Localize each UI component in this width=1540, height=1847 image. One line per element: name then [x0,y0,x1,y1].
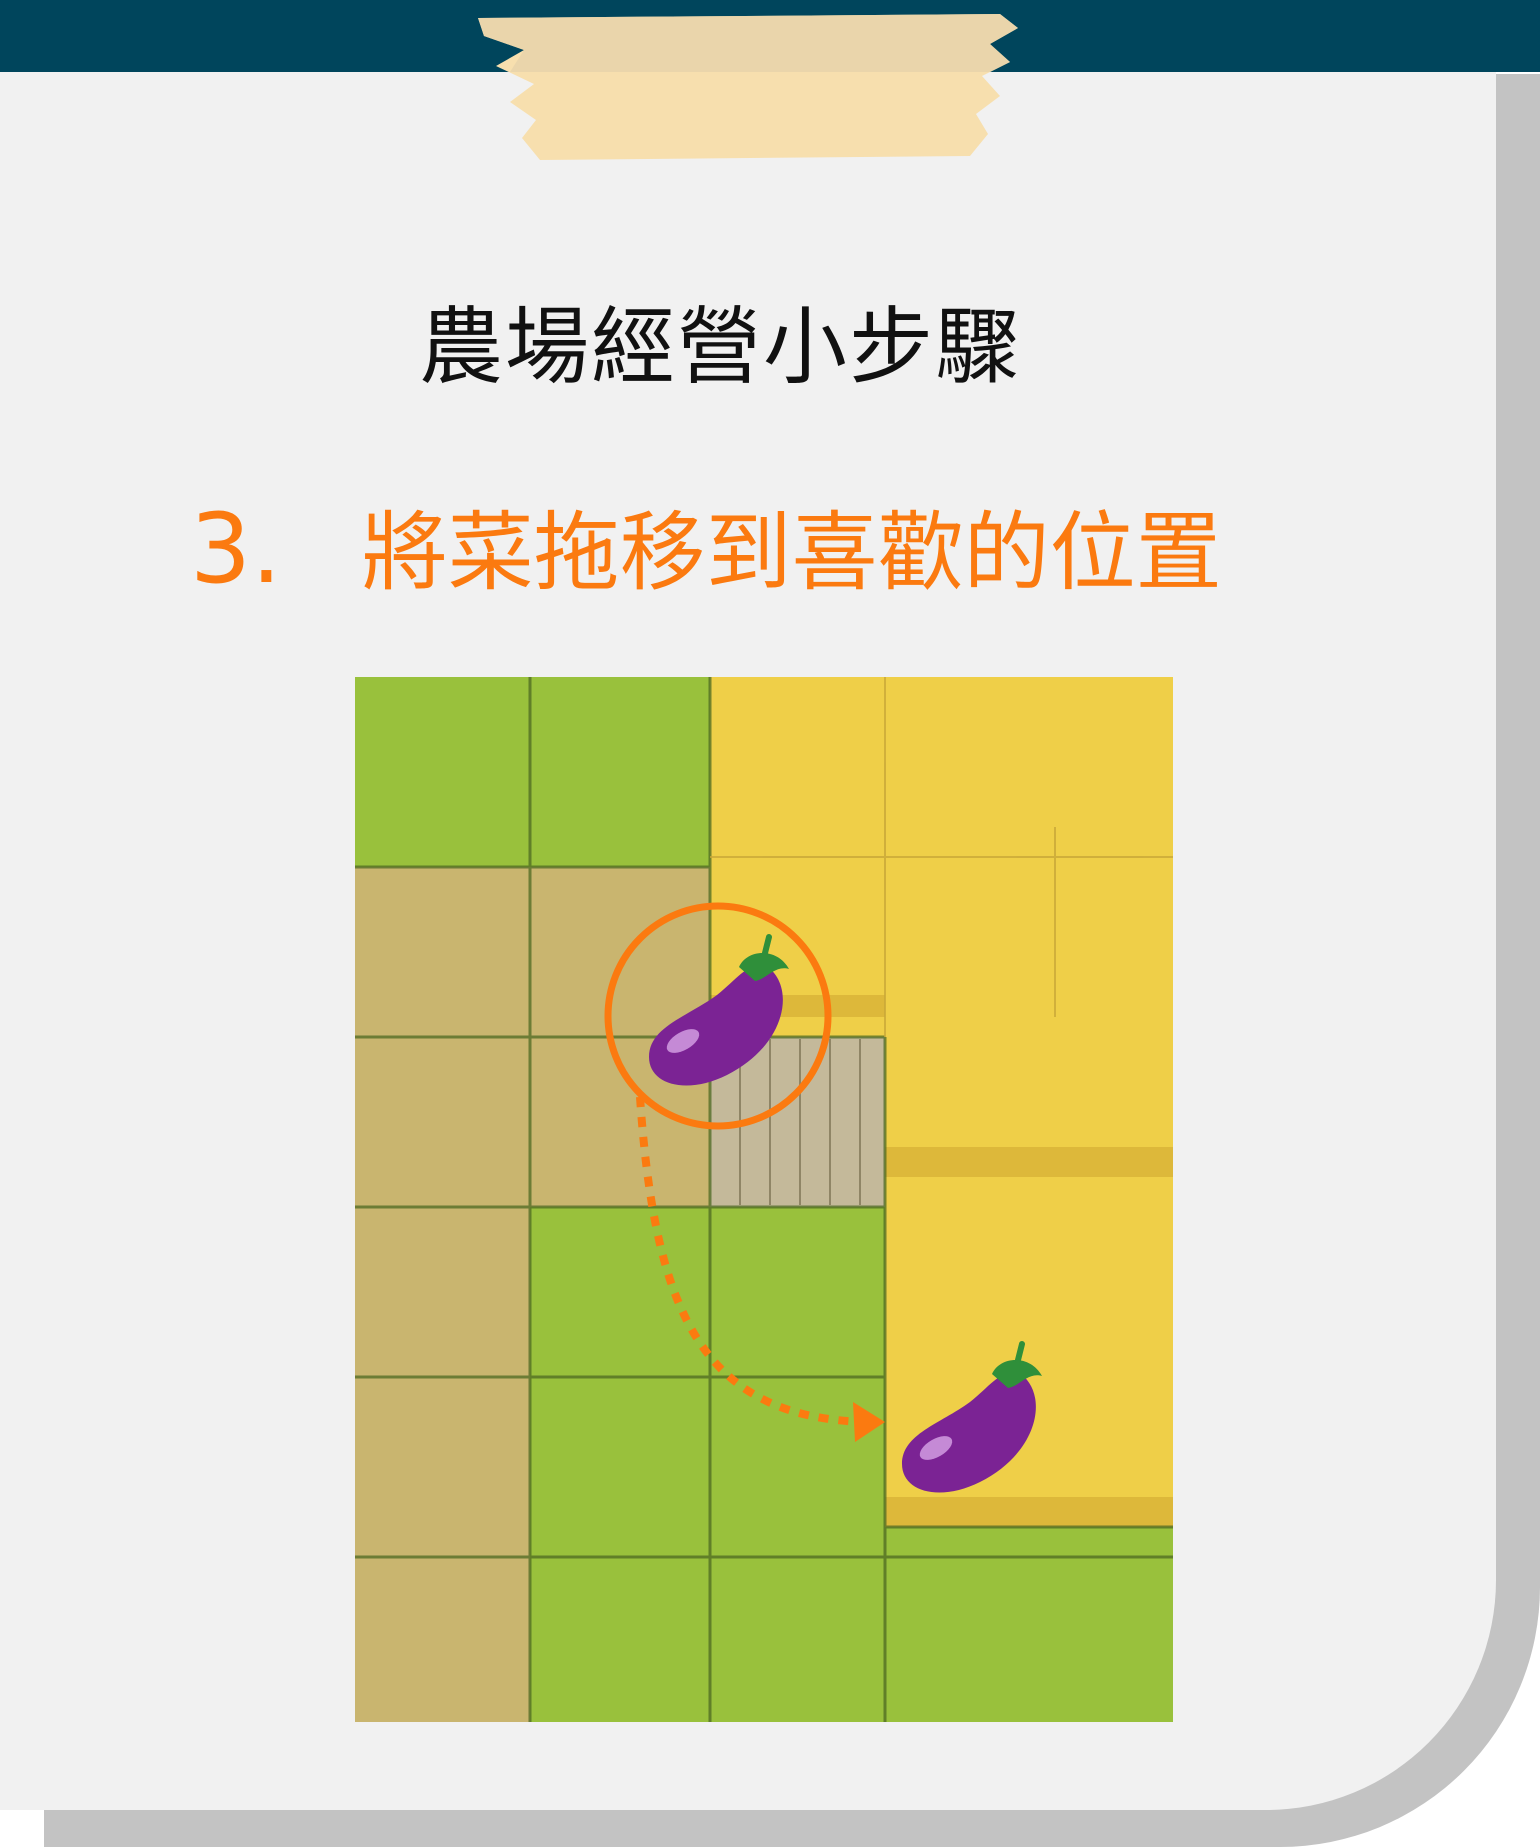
page-title: 農場經營小步驟 [418,298,1021,396]
farm-illustration [355,677,1173,1722]
step-text: 將菜拖移到喜歡的位置 [361,503,1222,603]
step-instruction: 3. 將菜拖移到喜歡的位置 [190,482,1222,605]
step-number: 3. [190,493,282,605]
tape-decoration [478,14,1018,160]
